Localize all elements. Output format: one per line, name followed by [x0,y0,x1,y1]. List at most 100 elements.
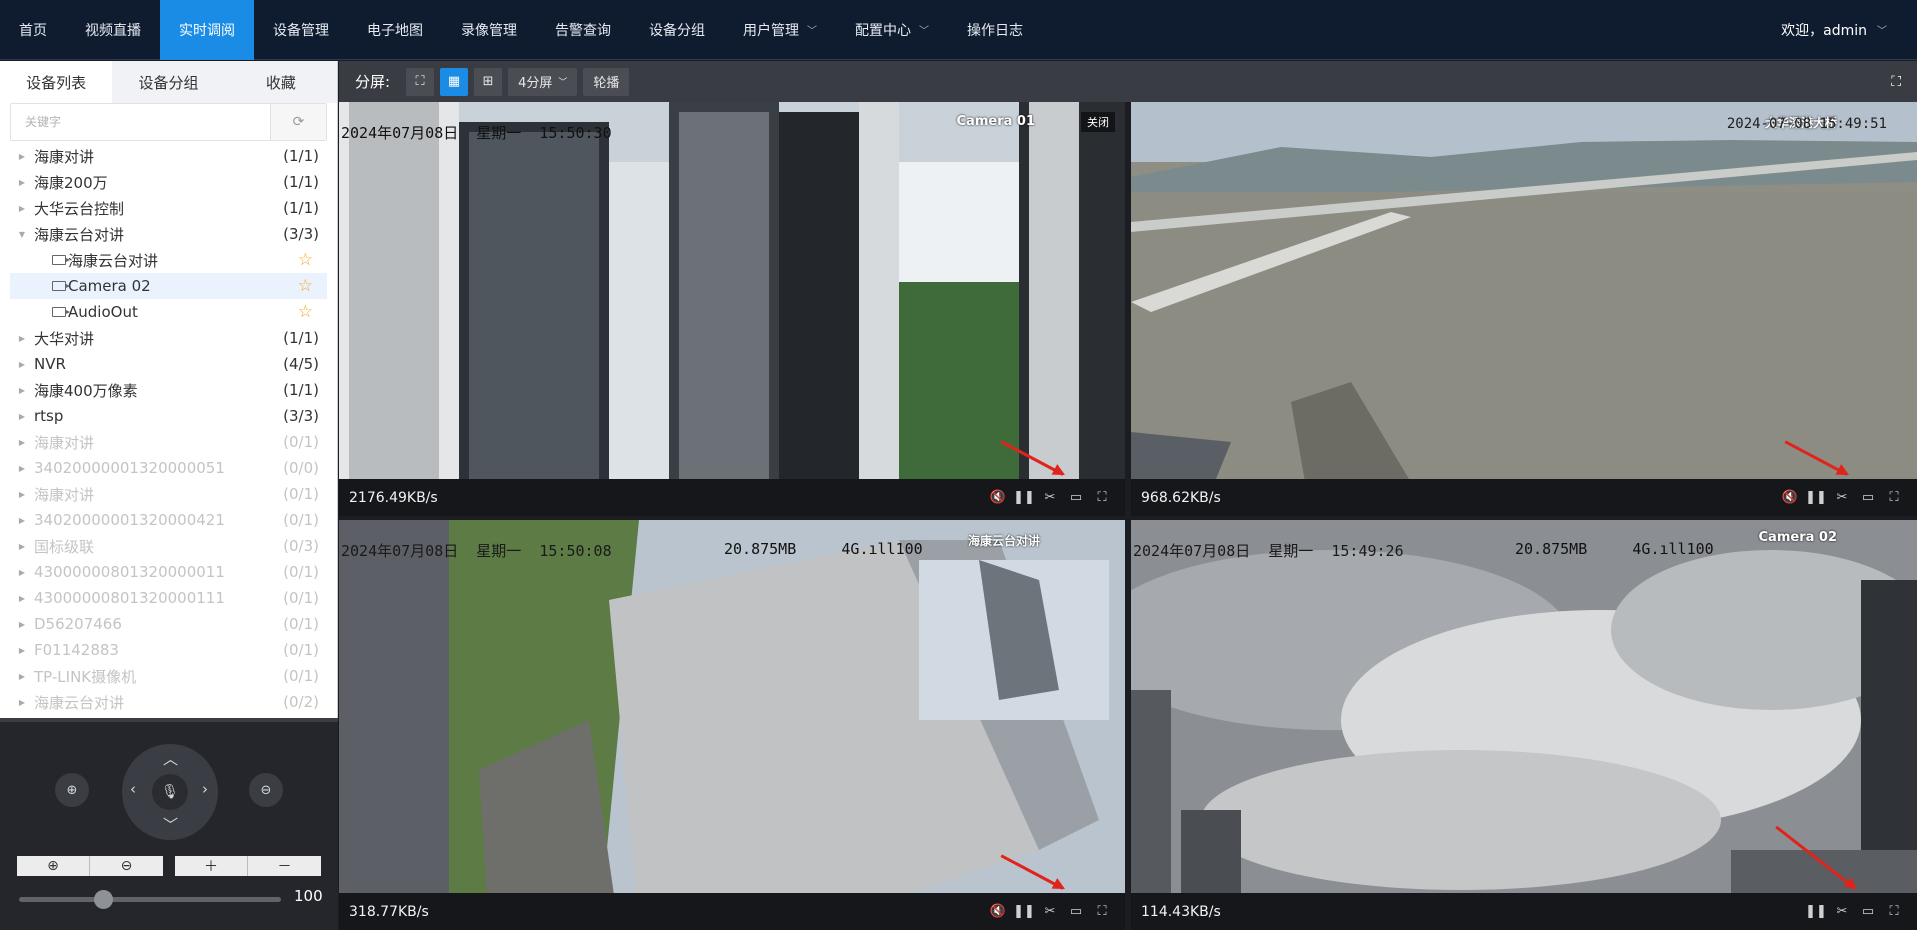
zoom-out-icon[interactable]: ⊖ [249,773,283,807]
caret-right-icon[interactable]: ▶ [10,516,34,525]
tree-group[interactable]: ▼ 海康云台对讲 (3/3) [10,221,327,247]
record-icon[interactable]: ▭ [1855,904,1881,919]
caret-down-icon[interactable]: ▼ [10,230,34,239]
nav-item-10[interactable]: 操作日志 [948,0,1042,60]
tree-group[interactable]: ▶ D56207466 (0/1) [10,611,327,637]
caret-right-icon[interactable]: ▶ [10,542,34,551]
close-button[interactable]: 关闭 [1081,112,1115,132]
caret-right-icon[interactable]: ▶ [10,594,34,603]
favorite-star-icon[interactable]: ☆ [298,276,327,296]
caret-right-icon[interactable]: ▶ [10,412,34,421]
user-welcome[interactable]: 欢迎，admin ﹀ [1781,0,1917,60]
tree-group[interactable]: ▶ F01142883 (0/1) [10,637,327,663]
tree-group[interactable]: ▶ 海康200万 (1/1) [10,169,327,195]
nav-item-1[interactable]: 视频直播 [66,0,160,60]
pause-icon[interactable]: ❚❚ [1803,490,1829,505]
nav-item-5[interactable]: 录像管理 [442,0,536,60]
layout-nine-icon[interactable]: ⊞ [474,67,503,96]
video-cell-1[interactable]: 2024年07月08日 星期一 15:50:30 Camera 01 关闭 21… [339,102,1125,516]
tree-group[interactable]: ▶ 海康400万像素 (1/1) [10,377,327,403]
pause-icon[interactable]: ❚❚ [1011,490,1037,505]
caret-right-icon[interactable]: ▶ [10,646,34,655]
focus-minus-button[interactable]: ⊖ [90,856,163,876]
caret-right-icon[interactable]: ▶ [10,204,34,213]
tree-group[interactable]: ▶ 海康对讲 (0/1) [10,481,327,507]
fullscreen-icon[interactable]: ⛶ [1089,904,1115,919]
layout-select[interactable]: 4分屏 ﹀ [508,67,578,96]
iris-plus-button[interactable]: ＋ [175,856,248,876]
caret-right-icon[interactable]: ▶ [10,568,34,577]
ptz-left-icon[interactable]: ‹ [130,780,136,798]
fullscreen-icon[interactable]: ⛶ [1881,904,1907,919]
nav-item-9[interactable]: 配置中心 ﹀ [836,0,948,60]
scissors-icon[interactable]: ✂ [1037,490,1063,505]
video-cell-2[interactable]: 大华深港大桥 2024-07-08 15:49:51 968.62KB/s 🔇 … [1131,102,1917,516]
caret-right-icon[interactable]: ▶ [10,620,34,629]
record-icon[interactable]: ▭ [1063,490,1089,505]
mute-icon[interactable]: 🔇 [985,904,1011,919]
nav-item-7[interactable]: 设备分组 [630,0,724,60]
search-input[interactable] [11,104,270,140]
microphone-icon[interactable]: 🎙 [152,774,188,810]
focus-plus-button[interactable]: ⊕ [17,856,90,876]
slider-handle[interactable] [93,890,113,909]
mute-icon[interactable]: 🔇 [1777,490,1803,505]
nav-item-6[interactable]: 告警查询 [536,0,630,60]
tree-group[interactable]: ▶ TP-LINK摄像机 (0/1) [10,663,327,689]
speed-slider[interactable] [19,890,281,909]
caret-right-icon[interactable]: ▶ [10,334,34,343]
tab-1[interactable]: 设备分组 [112,61,224,103]
carousel-button[interactable]: 轮播 [583,67,630,96]
pause-icon[interactable]: ❚❚ [1803,904,1829,919]
caret-right-icon[interactable]: ▶ [10,360,34,369]
caret-right-icon[interactable]: ▶ [10,178,34,187]
record-icon[interactable]: ▭ [1063,904,1089,919]
pause-icon[interactable]: ❚❚ [1011,904,1037,919]
tree-group[interactable]: ▶ 43000000801320000111 (0/1) [10,585,327,611]
tree-group[interactable]: ▶ 34020000001320000421 (0/1) [10,507,327,533]
caret-right-icon[interactable]: ▶ [10,490,34,499]
caret-right-icon[interactable]: ▶ [10,386,34,395]
tab-2[interactable]: 收藏 [225,61,337,103]
tree-group[interactable]: ▶ 大华对讲 (1/1) [10,325,327,351]
layout-four-icon[interactable]: ▦ [440,67,469,96]
zoom-in-icon[interactable]: ⊕ [55,773,89,807]
record-icon[interactable]: ▭ [1855,490,1881,505]
caret-right-icon[interactable]: ▶ [10,672,34,681]
mute-icon[interactable]: 🔇 [985,490,1011,505]
caret-right-icon[interactable]: ▶ [10,152,34,161]
nav-item-2[interactable]: 实时调阅 [160,0,254,60]
tree-group[interactable]: ▶ 大华云台控制 (1/1) [10,195,327,221]
layout-single-icon[interactable]: ⛶ [406,67,435,96]
tab-0[interactable]: 设备列表 [0,61,113,103]
tree-group[interactable]: ▶ 海康云台对讲 (0/2) [10,689,327,715]
tree-channel[interactable]: 海康云台对讲 ☆ [10,247,327,273]
ptz-right-icon[interactable]: › [202,780,208,798]
fullscreen-icon[interactable]: ⛶ [1089,490,1115,505]
favorite-star-icon[interactable]: ☆ [298,302,327,322]
nav-item-3[interactable]: 设备管理 [254,0,348,60]
fullscreen-icon[interactable]: ⛶ [1881,490,1907,505]
scissors-icon[interactable]: ✂ [1829,904,1855,919]
ptz-down-icon[interactable]: ﹀ [163,814,178,835]
tree-channel[interactable]: AudioOut ☆ [10,299,327,325]
tree-group[interactable]: ▶ 34020000001320000051 (0/0) [10,455,327,481]
tree-group[interactable]: ▶ 海康对讲 (1/1) [10,143,327,169]
nav-item-4[interactable]: 电子地图 [348,0,442,60]
video-cell-3[interactable]: 2024年07月08日 星期一 15:50:08 20.875MB 4G.ıll… [339,520,1125,930]
video-cell-4[interactable]: 2024年07月08日 星期一 15:49:26 20.875MB 4G.ıll… [1131,520,1917,930]
fullscreen-icon[interactable]: ⛶ [1891,74,1901,90]
tree-group[interactable]: ▶ 国标级联 (0/3) [10,533,327,559]
tree-group[interactable]: ▶ rtsp (3/3) [10,403,327,429]
tree-group[interactable]: ▶ NVR (4/5) [10,351,327,377]
nav-item-8[interactable]: 用户管理 ﹀ [724,0,836,60]
caret-right-icon[interactable]: ▶ [10,438,34,447]
refresh-icon[interactable]: ⟳ [270,104,326,140]
caret-right-icon[interactable]: ▶ [10,698,34,707]
scissors-icon[interactable]: ✂ [1037,904,1063,919]
caret-right-icon[interactable]: ▶ [10,464,34,473]
tree-channel[interactable]: Camera 02 ☆ [10,273,327,299]
ptz-up-icon[interactable]: ︿ [163,748,178,769]
tree-group[interactable]: ▶ 海康对讲 (0/1) [10,429,327,455]
scissors-icon[interactable]: ✂ [1829,490,1855,505]
